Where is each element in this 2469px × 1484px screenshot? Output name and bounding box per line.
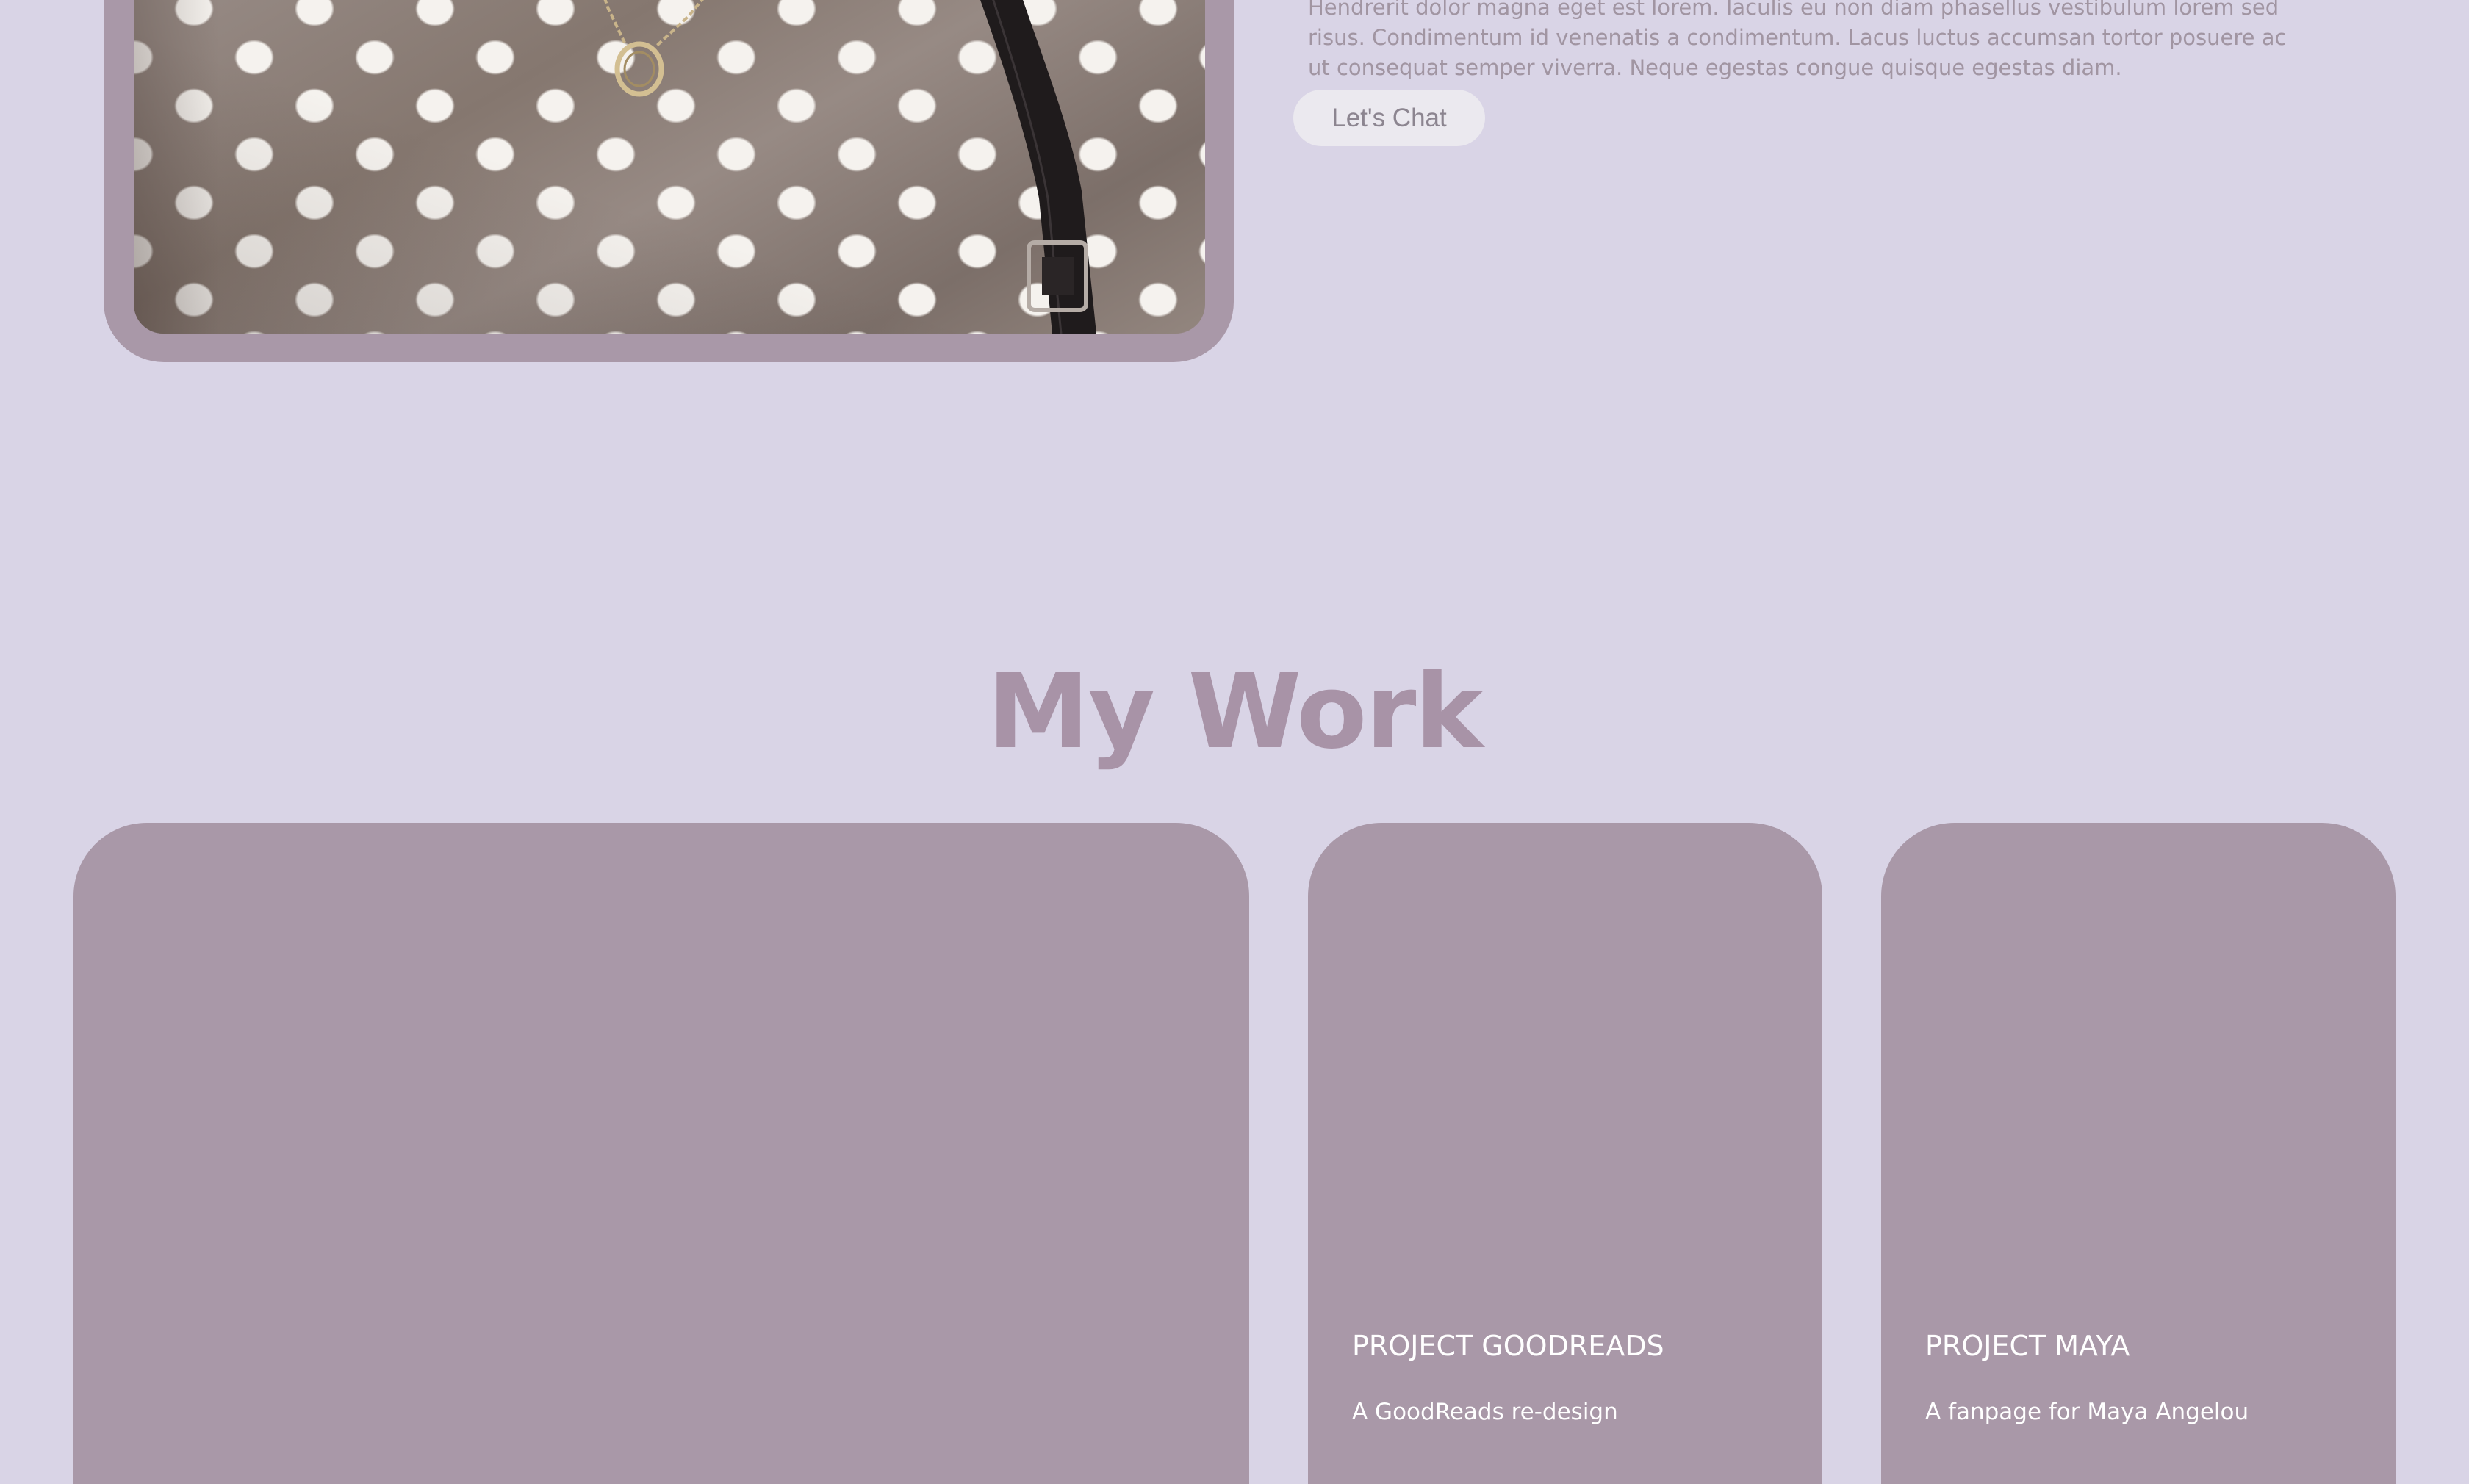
project-description: A GoodReads re-design — [1352, 1399, 1618, 1425]
project-title: PROJECT MAYA — [1925, 1330, 2130, 1362]
project-card-maya[interactable]: PROJECT MAYA A fanpage for Maya Angelou — [1881, 823, 2396, 1484]
project-description: A fanpage for Maya Angelou — [1925, 1399, 2249, 1425]
my-work-heading: My Work — [987, 652, 1483, 772]
project-card-featured[interactable] — [73, 823, 1249, 1484]
profile-photo — [134, 0, 1205, 334]
project-title: PROJECT GOODREADS — [1352, 1330, 1664, 1362]
about-paragraph: Hendrerit dolor magna eget est lorem. Ia… — [1308, 0, 2287, 80]
project-card-goodreads[interactable]: PROJECT GOODREADS A GoodReads re-design — [1308, 823, 1822, 1484]
bag-strap-graphic — [980, 0, 1096, 334]
lets-chat-button[interactable]: Let's Chat — [1293, 90, 1485, 146]
